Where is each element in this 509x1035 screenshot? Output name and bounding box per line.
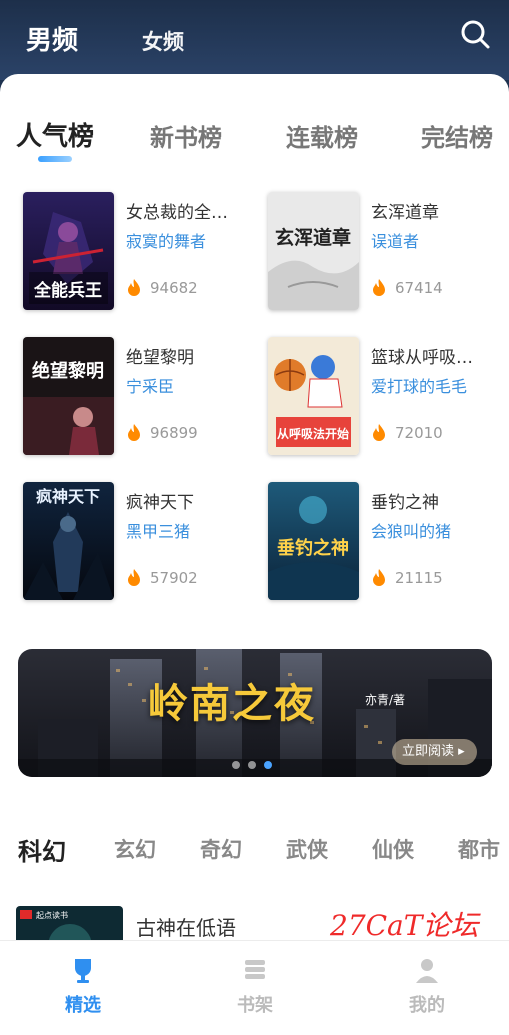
tab-finished[interactable]: 完结榜 — [421, 118, 493, 153]
book-title: 古神在低语 — [136, 916, 236, 940]
tab-urban[interactable]: 都市 — [458, 834, 500, 864]
flame-icon — [373, 279, 385, 296]
book-card[interactable]: 垂钓之神 垂钓之神 会狼叫的猪 21115 — [268, 482, 508, 600]
tab-scifi[interactable]: 科幻 — [18, 832, 66, 867]
book-card[interactable]: 全能兵王 女总裁的全… 寂寞的舞者 94682 — [23, 192, 263, 310]
bottom-nav: 精选 书架 我的 — [0, 940, 509, 1035]
tab-xianxia[interactable]: 仙侠 — [372, 834, 414, 864]
tab-wuxia[interactable]: 武侠 — [286, 834, 328, 864]
top-bar: 男频 女频 — [0, 0, 509, 80]
banner-title: 岭南之夜 — [148, 680, 316, 727]
book-author: 误道者 — [371, 232, 420, 251]
flame-icon — [128, 279, 140, 296]
book-title: 垂钓之神 — [371, 493, 439, 513]
carousel-dot-active[interactable] — [264, 761, 272, 769]
tab-popular[interactable]: 人气榜 — [16, 116, 94, 153]
book-card[interactable]: 绝望黎明 绝望黎明 宁采臣 96899 — [23, 337, 263, 455]
tab-serial[interactable]: 连载榜 — [286, 118, 358, 153]
cover-title: 疯神天下 — [36, 487, 100, 506]
book-heat: 67414 — [369, 278, 443, 298]
tab-male[interactable]: 男频 — [26, 20, 78, 57]
nav-profile[interactable]: 我的 — [387, 955, 467, 1017]
banner-author: 亦青/著 — [365, 693, 406, 707]
content-sheet: 人气榜 新书榜 连载榜 完结榜 全能兵王 女总裁的全… 寂寞的舞者 94682 — [0, 74, 509, 1035]
book-cover: 从呼吸法开始 — [268, 337, 359, 455]
read-now-button[interactable]: 立即阅读 ▸ — [392, 739, 477, 765]
book-card[interactable]: 从呼吸法开始 篮球从呼吸… 爱打球的毛毛 72010 — [268, 337, 508, 455]
book-title: 玄浑道章 — [371, 203, 439, 223]
carousel-dots — [232, 761, 272, 769]
book-heat: 72010 — [369, 423, 443, 443]
flame-icon — [373, 424, 385, 441]
book-heat: 94682 — [124, 278, 198, 298]
nav-featured[interactable]: 精选 — [43, 955, 123, 1017]
search-icon[interactable] — [459, 18, 491, 50]
cover-title: 全能兵王 — [33, 280, 102, 301]
book-title: 篮球从呼吸… — [371, 348, 473, 368]
book-card[interactable]: 疯神天下 疯神天下 黑甲三猪 57902 — [23, 482, 263, 600]
book-author: 爱打球的毛毛 — [371, 377, 468, 396]
book-heat: 57902 — [124, 568, 198, 588]
tab-fantasy[interactable]: 奇幻 — [200, 834, 242, 864]
tab-female[interactable]: 女频 — [142, 26, 184, 56]
book-heat: 21115 — [369, 568, 443, 588]
promo-banner[interactable]: 岭南之夜 亦青/著 立即阅读 ▸ — [18, 649, 492, 777]
active-tab-indicator — [38, 156, 72, 162]
user-icon — [416, 959, 438, 983]
book-card[interactable]: 玄浑道章 玄浑道章 误道者 67414 — [268, 192, 508, 310]
book-author: 会狼叫的猪 — [371, 522, 452, 541]
book-cover: 疯神天下 — [23, 482, 114, 600]
book-cover: 绝望黎明 — [23, 337, 114, 455]
book-title: 女总裁的全… — [126, 203, 228, 223]
watermark: 27CaT论坛 — [330, 909, 479, 942]
book-title: 绝望黎明 — [126, 348, 194, 368]
cover-title: 垂钓之神 — [277, 537, 349, 559]
cover-badge: 起点读书 — [36, 910, 68, 920]
book-cover: 玄浑道章 — [268, 192, 359, 310]
tab-new[interactable]: 新书榜 — [150, 118, 222, 153]
carousel-dot[interactable] — [248, 761, 256, 769]
rank-tabs: 人气榜 新书榜 连载榜 完结榜 — [0, 118, 509, 158]
carousel-dot[interactable] — [232, 761, 240, 769]
book-title: 疯神天下 — [126, 493, 194, 513]
flame-icon — [128, 569, 140, 586]
book-heat: 96899 — [124, 423, 198, 443]
category-tabs: 科幻 玄幻 奇幻 武侠 仙侠 都市 — [0, 834, 509, 870]
nav-bookshelf[interactable]: 书架 — [215, 955, 295, 1017]
flame-icon — [373, 569, 385, 586]
bookshelf-icon — [245, 960, 265, 979]
book-cover: 全能兵王 — [23, 192, 114, 310]
cover-title: 绝望黎明 — [32, 360, 104, 382]
cover-title: 从呼吸法开始 — [277, 426, 349, 441]
cover-title: 玄浑道章 — [275, 226, 351, 249]
book-author: 宁采臣 — [126, 377, 175, 396]
book-author: 寂寞的舞者 — [126, 232, 207, 251]
book-cover: 垂钓之神 — [268, 482, 359, 600]
trophy-icon — [75, 959, 91, 983]
book-author: 黑甲三猪 — [126, 522, 191, 541]
flame-icon — [128, 424, 140, 441]
tab-xuanhuan[interactable]: 玄幻 — [114, 834, 156, 864]
